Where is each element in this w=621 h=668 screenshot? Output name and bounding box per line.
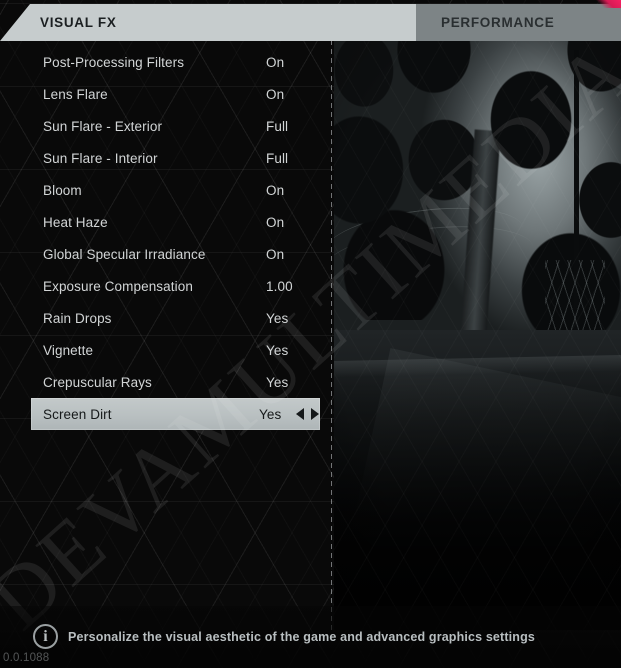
footer-bar: i Personalize the visual aesthetic of th… <box>0 606 621 668</box>
settings-row-value: Yes <box>259 406 282 422</box>
settings-row[interactable]: Crepuscular Rays Yes <box>0 366 331 398</box>
info-icon: i <box>33 624 58 649</box>
arrow-right-icon[interactable] <box>311 408 319 420</box>
settings-screen: DEVAMULTIMEDIA VISUAL FX PERFORMANCE Pos… <box>0 0 621 668</box>
settings-row[interactable]: Sun Flare - Interior Full <box>0 142 331 174</box>
version-label: 0.0.1088 <box>3 652 50 664</box>
settings-row[interactable]: Sun Flare - Exterior Full <box>0 110 331 142</box>
settings-row[interactable]: Screen Dirt Yes <box>31 398 320 430</box>
settings-row[interactable]: Bloom On <box>0 174 331 206</box>
settings-row-value: Yes <box>266 310 289 326</box>
value-stepper[interactable] <box>296 408 319 420</box>
arrow-left-icon[interactable] <box>296 408 304 420</box>
settings-row-label: Sun Flare - Exterior <box>43 118 163 134</box>
tab-bar: VISUAL FX PERFORMANCE <box>0 4 621 41</box>
settings-row-value: On <box>266 214 285 230</box>
settings-row-label: Lens Flare <box>43 86 108 102</box>
settings-preview-image <box>334 40 621 630</box>
settings-row-label: Crepuscular Rays <box>43 374 152 390</box>
settings-row[interactable]: Global Specular Irradiance On <box>0 238 331 270</box>
tab-performance[interactable]: PERFORMANCE <box>416 4 621 41</box>
settings-row-label: Vignette <box>43 342 94 358</box>
settings-row-value: Full <box>266 118 289 134</box>
tab-visual-fx[interactable]: VISUAL FX <box>0 4 416 41</box>
settings-row-value: On <box>266 246 285 262</box>
settings-row-label: Sun Flare - Interior <box>43 150 158 166</box>
settings-row-value: Yes <box>266 342 289 358</box>
tab-performance-label: PERFORMANCE <box>441 15 555 30</box>
settings-row-label: Global Specular Irradiance <box>43 246 206 262</box>
settings-row-value: 1.00 <box>266 278 293 294</box>
accent-corner-marker <box>591 0 621 8</box>
settings-row-label: Exposure Compensation <box>43 278 193 294</box>
settings-row-label: Rain Drops <box>43 310 112 326</box>
settings-row-value: Yes <box>266 374 289 390</box>
settings-row-label: Screen Dirt <box>43 406 112 422</box>
settings-row[interactable]: Rain Drops Yes <box>0 302 331 334</box>
settings-row[interactable]: Post-Processing Filters On <box>0 46 331 78</box>
settings-row[interactable]: Exposure Compensation 1.00 <box>0 270 331 302</box>
settings-row-value: Full <box>266 150 289 166</box>
settings-row[interactable]: Vignette Yes <box>0 334 331 366</box>
settings-row[interactable]: Lens Flare On <box>0 78 331 110</box>
settings-row-value: On <box>266 86 285 102</box>
settings-row-value: On <box>266 182 285 198</box>
settings-row-label: Bloom <box>43 182 82 198</box>
preview-grain-overlay <box>334 40 621 630</box>
footer-description: Personalize the visual aesthetic of the … <box>68 629 535 644</box>
settings-row-label: Post-Processing Filters <box>43 54 185 70</box>
settings-list: Post-Processing Filters On Lens Flare On Sun… <box>0 46 331 430</box>
settings-row-value: On <box>266 54 285 70</box>
panel-divider <box>331 40 332 630</box>
settings-row[interactable]: Heat Haze On <box>0 206 331 238</box>
settings-row-label: Heat Haze <box>43 214 108 230</box>
tab-visual-fx-label: VISUAL FX <box>40 15 117 30</box>
